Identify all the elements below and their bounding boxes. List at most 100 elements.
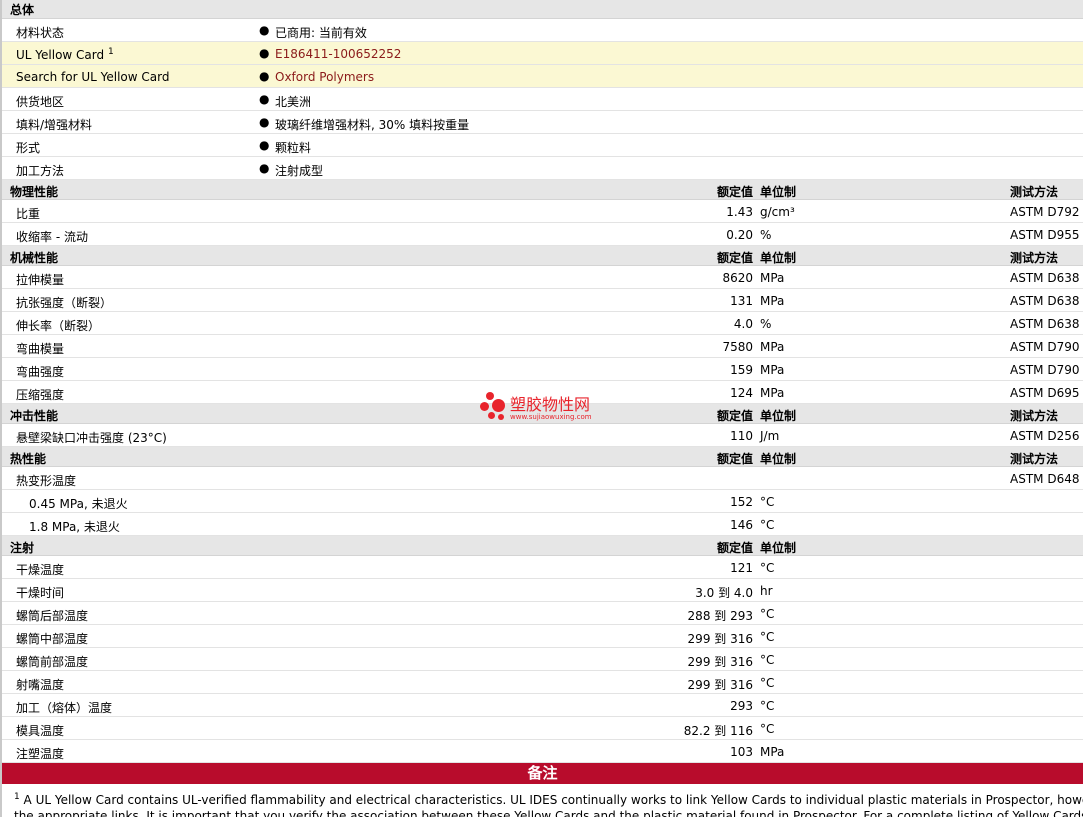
row-label: 螺筒中部温度 — [16, 632, 89, 646]
row-method: ASTM D638 — [1010, 294, 1080, 308]
property-row: 螺筒后部温度 288 到 293 °C — [2, 602, 1083, 625]
row-label: Search for UL Yellow Card — [16, 70, 170, 84]
property-subrow: 1.8 MPa, 未退火 146 °C — [2, 513, 1083, 536]
row-method: ASTM D638 — [1010, 271, 1080, 285]
bullet: ● — [259, 115, 270, 129]
row-label: 加工（熔体）温度 — [16, 701, 113, 715]
row-method: ASTM D790 — [1010, 363, 1080, 377]
property-row: 注塑温度 103 MPa — [2, 740, 1083, 763]
row-value: 玻璃纤维增强材料, 30% 填料按重量 — [275, 118, 470, 132]
section-header-injection: 注射 额定值 单位制 — [2, 536, 1083, 556]
row-unit: °C — [760, 722, 775, 736]
col-header-method: 测试方法 — [1010, 185, 1059, 199]
row-label: 拉伸模量 — [16, 273, 65, 287]
row-value: 0.20 — [726, 228, 753, 242]
footnote-ref[interactable]: 1 — [108, 47, 114, 57]
col-header-nominal: 额定值 — [716, 452, 753, 466]
property-row: 弯曲强度 159 MPa ASTM D790 — [2, 358, 1083, 381]
search-yellow-card-link[interactable]: Oxford Polymers — [275, 70, 374, 84]
row-label: 弯曲强度 — [16, 365, 65, 379]
row-value: 8620 — [722, 271, 753, 285]
row-value: 110 — [730, 429, 753, 443]
row-value: 1.43 — [726, 205, 753, 219]
property-row: 弯曲模量 7580 MPa ASTM D790 — [2, 335, 1083, 358]
section-title: 总体 — [10, 3, 35, 17]
bullet: ● — [259, 23, 270, 37]
row-value: 7580 — [722, 340, 753, 354]
property-row: 螺筒前部温度 299 到 316 °C — [2, 648, 1083, 671]
property-row: 悬壁梁缺口冲击强度 (23°C) 110 J/m ASTM D256 — [2, 424, 1083, 447]
property-row: 抗张强度（断裂） 131 MPa ASTM D638 — [2, 289, 1083, 312]
row-label: 热变形温度 — [16, 474, 77, 488]
row-label: 压缩强度 — [16, 388, 65, 402]
row-unit: % — [760, 228, 772, 242]
row-value: 注射成型 — [275, 164, 324, 178]
row-label: 0.45 MPa, 未退火 — [29, 497, 128, 511]
property-row: 热变形温度 ASTM D648 — [2, 467, 1083, 490]
row-unit: °C — [760, 630, 775, 644]
row-method: ASTM D790 — [1010, 340, 1080, 354]
row-value: 299 到 316 — [687, 655, 753, 669]
general-row: 填料/增强材料 ● 玻璃纤维增强材料, 30% 填料按重量 — [2, 111, 1083, 134]
bullet: ● — [259, 138, 270, 152]
row-method: ASTM D648 — [1010, 472, 1080, 486]
property-subrow: 0.45 MPa, 未退火 152 °C — [2, 490, 1083, 513]
section-title: 物理性能 — [10, 185, 59, 199]
row-label: 加工方法 — [16, 164, 65, 178]
col-header-method: 测试方法 — [1010, 409, 1059, 423]
section-header-thermal: 热性能 额定值 单位制 测试方法 — [2, 447, 1083, 467]
section-title: 注射 — [10, 541, 35, 555]
footnote-line: the appropriate links. It is important t… — [14, 809, 1083, 817]
watermark-name: 塑胶物性网 — [510, 395, 591, 414]
row-unit: MPa — [760, 340, 785, 354]
logo-dot — [498, 414, 504, 420]
row-label: 干燥时间 — [16, 586, 65, 600]
col-header-unit: 单位制 — [760, 409, 797, 423]
row-label: 抗张强度（断裂） — [16, 296, 113, 310]
bullet: ● — [259, 46, 270, 60]
section-header-physical: 物理性能 额定值 单位制 测试方法 — [2, 180, 1083, 200]
property-row: 伸长率（断裂） 4.0 % ASTM D638 — [2, 312, 1083, 335]
property-row: 加工（熔体）温度 293 °C — [2, 694, 1083, 717]
col-header-unit: 单位制 — [760, 185, 797, 199]
section-header-general: 总体 — [2, 0, 1083, 19]
general-row-yellow-card: UL Yellow Card 1 ● E186411-100652252 — [2, 42, 1083, 65]
row-method: ASTM D638 — [1010, 317, 1080, 331]
logo-dot — [486, 392, 494, 400]
row-unit: °C — [760, 699, 775, 713]
col-header-unit: 单位制 — [760, 452, 797, 466]
row-value: 152 — [730, 495, 753, 509]
col-header-unit: 单位制 — [760, 541, 797, 555]
row-label: 螺筒后部温度 — [16, 609, 89, 623]
bullet: ● — [259, 92, 270, 106]
section-header-mechanical: 机械性能 额定值 单位制 测试方法 — [2, 246, 1083, 266]
row-label: 射嘴温度 — [16, 678, 65, 692]
row-unit: % — [760, 317, 772, 331]
yellow-card-link[interactable]: E186411-100652252 — [275, 47, 401, 61]
footnote-line: 1 A UL Yellow Card contains UL-verified … — [14, 792, 1083, 807]
row-value: 82.2 到 116 — [683, 724, 753, 738]
row-value: 146 — [730, 518, 753, 532]
row-value: 3.0 到 4.0 — [695, 586, 753, 600]
row-label: 弯曲模量 — [16, 342, 65, 356]
col-header-nominal: 额定值 — [716, 185, 753, 199]
bullet: ● — [259, 161, 270, 175]
general-row: 供货地区 ● 北美洲 — [2, 88, 1083, 111]
general-row-search-yellow-card: Search for UL Yellow Card ● Oxford Polym… — [2, 65, 1083, 88]
row-label: 悬壁梁缺口冲击强度 (23°C) — [16, 431, 167, 445]
property-row: 拉伸模量 8620 MPa ASTM D638 — [2, 266, 1083, 289]
datasheet-page: 总体 材料状态 ● 已商用: 当前有效 UL Yellow Card 1 ● E… — [0, 0, 1083, 817]
general-row: 形式 ● 颗粒料 — [2, 134, 1083, 157]
section-title: 热性能 — [10, 452, 47, 466]
row-unit: °C — [760, 676, 775, 690]
watermark-url: www.sujiaowuxing.com — [510, 413, 592, 421]
row-value: 293 — [730, 699, 753, 713]
row-value: 131 — [730, 294, 753, 308]
property-row: 干燥温度 121 °C — [2, 556, 1083, 579]
property-row: 模具温度 82.2 到 116 °C — [2, 717, 1083, 740]
row-label: 材料状态 — [16, 26, 65, 40]
logo-dot — [488, 412, 495, 419]
row-label: 模具温度 — [16, 724, 65, 738]
col-header-nominal: 额定值 — [716, 541, 753, 555]
logo-dot — [480, 402, 489, 411]
